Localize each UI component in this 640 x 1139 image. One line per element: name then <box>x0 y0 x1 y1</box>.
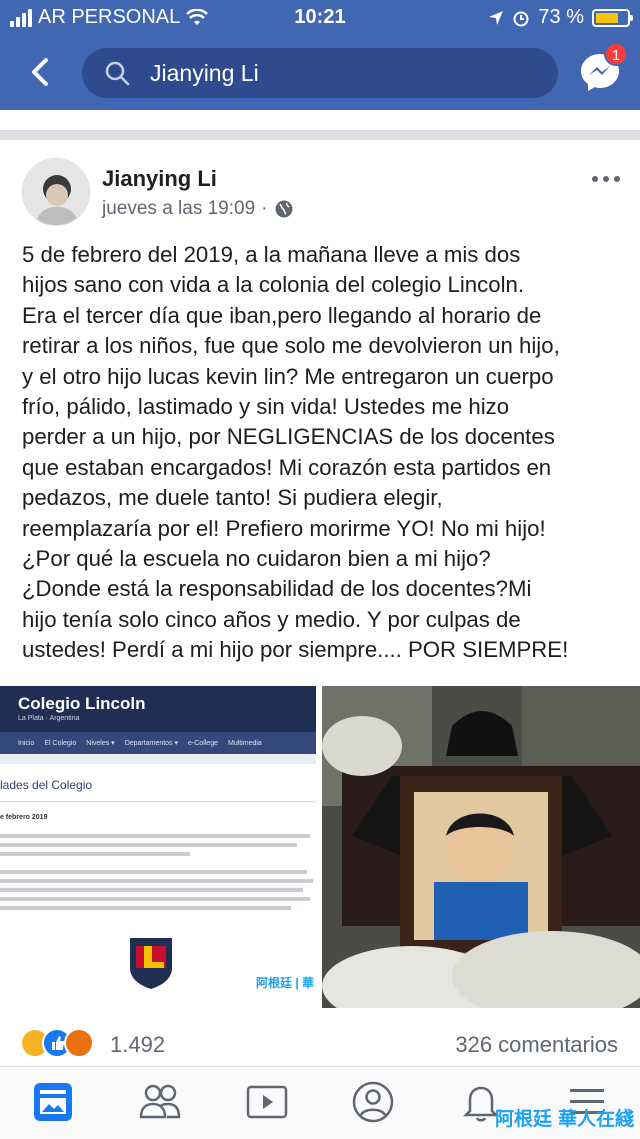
school-crest-icon <box>130 938 172 989</box>
watermark-right: 華人在綫 <box>557 1109 634 1130</box>
site-nav-item: El Colegio <box>44 739 77 747</box>
post-image-school-site[interactable]: Colegio Lincoln La Plata · Argentina Ini… <box>0 686 318 1008</box>
angry-reaction-icon <box>64 1028 94 1058</box>
watch-icon[interactable] <box>244 1079 290 1125</box>
search-icon <box>105 61 130 86</box>
post-author[interactable]: Jianying Li <box>102 166 217 192</box>
profile-icon[interactable] <box>350 1079 396 1125</box>
image-watermark: 阿根廷 | 華 <box>256 976 315 990</box>
screenshot-watermark: 阿根廷 華人在綫 <box>495 1104 634 1131</box>
site-body-lines <box>0 834 316 915</box>
location-icon <box>489 10 504 25</box>
site-header: Colegio Lincoln La Plata · Argentina <box>0 686 316 732</box>
site-date-line: e febrero 2019 <box>0 814 48 821</box>
feed-divider <box>0 130 640 140</box>
search-query: Jianying Li <box>150 60 259 86</box>
site-nav-item: Multimedia <box>227 739 262 747</box>
post-meta: jueves a las 19:09 · <box>102 198 294 220</box>
messenger-badge: 1 <box>604 42 628 66</box>
avatar-photo <box>23 159 89 225</box>
comment-count[interactable]: 326 comentarios <box>455 1032 618 1058</box>
news-feed-icon[interactable] <box>30 1079 76 1125</box>
avatar[interactable] <box>22 158 90 226</box>
top-header: AR PERSONAL 10:21 73 % Jianying Li 1 <box>0 0 640 110</box>
battery-icon <box>592 8 633 27</box>
post-image-memorial[interactable] <box>322 686 640 1008</box>
meta-separator: · <box>261 198 268 219</box>
post-text: 5 de febrero del 2019, a la mañana lleve… <box>22 242 569 663</box>
back-icon[interactable] <box>24 54 58 90</box>
memorial-photo <box>322 686 640 1008</box>
site-section: lades del Colegio <box>0 768 316 802</box>
site-nav-item: Inicio <box>18 739 35 747</box>
search-input[interactable]: Jianying Li <box>82 48 558 98</box>
site-nav-item: Departamentos ▾ <box>124 740 179 747</box>
globe-icon <box>275 200 292 218</box>
post-timestamp[interactable]: jueves a las 19:09 <box>102 198 255 220</box>
site-nav-item: e-College <box>188 739 218 747</box>
site-title: Colegio Lincoln <box>18 694 146 713</box>
site-nav: Inicio El Colegio Niveles ▾ Departamento… <box>0 732 316 754</box>
status-bar: AR PERSONAL 10:21 73 % <box>0 0 640 36</box>
groups-icon[interactable] <box>137 1079 183 1125</box>
site-section-title: lades del Colegio <box>0 778 93 792</box>
status-right: 73 % <box>488 6 633 29</box>
alarm-icon <box>513 11 529 26</box>
reaction-count[interactable]: 1.492 <box>110 1032 165 1058</box>
watermark-left: 阿根廷 <box>494 1109 552 1130</box>
site-nav-item: Niveles ▾ <box>86 740 115 747</box>
more-icon[interactable] <box>592 176 620 182</box>
site-strip <box>0 754 316 764</box>
reaction-icons[interactable] <box>20 1028 94 1058</box>
battery-percent: 73 % <box>538 6 584 28</box>
site-subtitle: La Plata · Argentina <box>18 715 80 722</box>
